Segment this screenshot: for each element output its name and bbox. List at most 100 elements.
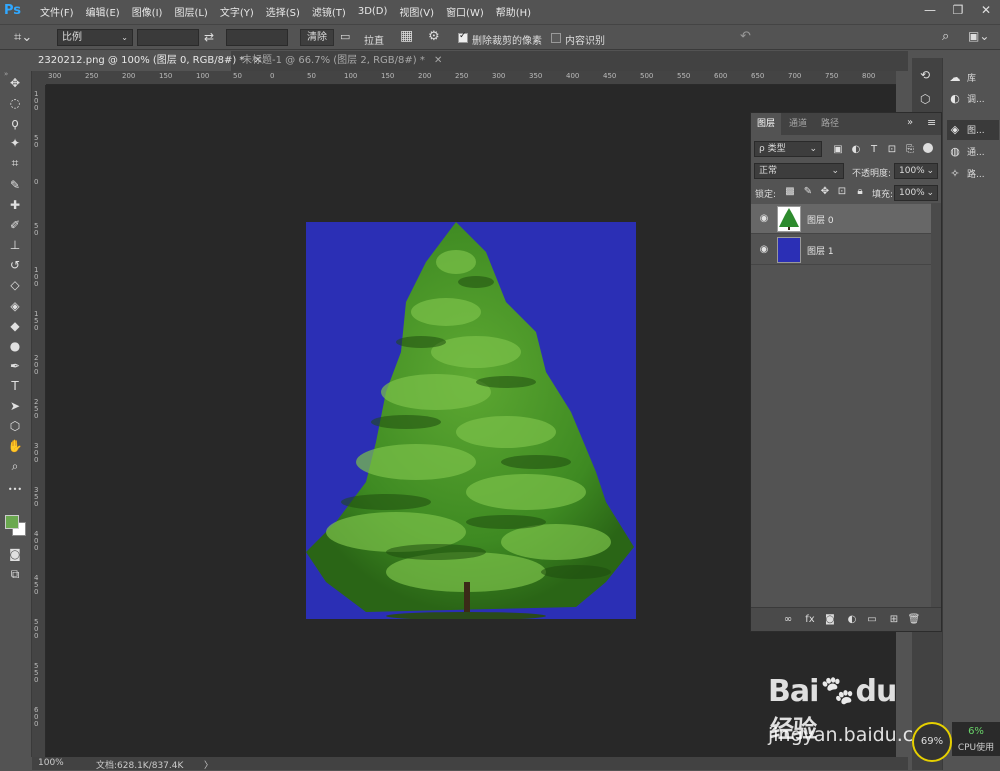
- lasso-tool-icon[interactable]: ϙ: [4, 114, 26, 132]
- close-icon[interactable]: ✕: [434, 55, 442, 66]
- dock-item-channels[interactable]: ◍ 通...: [947, 142, 999, 162]
- dock-item-paths[interactable]: ✧ 路...: [947, 164, 999, 184]
- delete-cropped-checkbox[interactable]: [458, 31, 468, 43]
- menu-layer[interactable]: 图层(L): [168, 4, 213, 19]
- menu-view[interactable]: 视图(V): [393, 4, 440, 19]
- swap-icon[interactable]: ⇄: [204, 30, 214, 44]
- lock-transparent-icon[interactable]: ▩: [783, 185, 797, 199]
- dock-item-layers[interactable]: ◈ 图...: [947, 120, 999, 140]
- straighten-label[interactable]: 拉直: [364, 32, 384, 47]
- layer-name[interactable]: 图层 0: [807, 213, 834, 226]
- marquee-tool-icon[interactable]: ◌: [4, 94, 26, 112]
- new-layer-icon[interactable]: ⊞: [887, 613, 901, 627]
- filter-smart-object-icon[interactable]: ⎘: [903, 143, 917, 157]
- opacity-input[interactable]: 100% ⌄: [894, 163, 938, 179]
- menu-help[interactable]: 帮助(H): [490, 4, 537, 19]
- menu-filter[interactable]: 滤镜(T): [306, 4, 352, 19]
- horizontal-ruler[interactable]: 300 250 200 150 100 50 0 50 100 150 200 250 300 350 40…: [46, 71, 896, 85]
- zoom-level[interactable]: 100%: [38, 758, 64, 768]
- menu-select[interactable]: 选择(S): [260, 4, 306, 19]
- more-tools-icon[interactable]: •••: [4, 481, 26, 499]
- filter-shape-icon[interactable]: ⊡: [885, 143, 899, 157]
- layer-name[interactable]: 图层 1: [807, 244, 834, 257]
- filter-type-icon[interactable]: T: [867, 143, 881, 157]
- gear-icon[interactable]: ⚙: [428, 29, 440, 44]
- layer-row-layer-0[interactable]: ◉ 图层 0: [751, 204, 931, 234]
- status-menu-icon[interactable]: 〉: [204, 758, 213, 771]
- brush-tool-icon[interactable]: ✐: [4, 216, 26, 234]
- path-selection-tool-icon[interactable]: ➤: [4, 397, 26, 415]
- paint-bucket-tool-icon[interactable]: ◈: [4, 297, 26, 315]
- move-tool-icon[interactable]: ✥: [4, 74, 26, 92]
- filter-pixel-icon[interactable]: ▣: [831, 143, 845, 157]
- screen-mode-icon[interactable]: ⧉: [4, 565, 26, 583]
- zoom-tool-icon[interactable]: ⌕: [4, 457, 26, 475]
- magic-wand-tool-icon[interactable]: ✦: [4, 134, 26, 152]
- lock-artboard-icon[interactable]: ⊡: [835, 185, 849, 199]
- quick-mask-icon[interactable]: ◙: [4, 545, 26, 563]
- tab-paths[interactable]: 路径: [815, 113, 845, 135]
- visibility-eye-icon[interactable]: ◉: [757, 212, 771, 226]
- eraser-tool-icon[interactable]: ◇: [4, 276, 26, 294]
- menu-file[interactable]: 文件(F): [34, 4, 80, 19]
- search-icon[interactable]: ⌕: [942, 29, 949, 44]
- menu-3d[interactable]: 3D(D): [352, 6, 394, 17]
- fill-input[interactable]: 100% ⌄: [894, 185, 938, 201]
- dock-item-adjustments[interactable]: ◐ 调...: [947, 89, 999, 109]
- adjustment-layer-icon[interactable]: ◐: [845, 613, 859, 627]
- delete-layer-icon[interactable]: 🗑︎: [907, 613, 921, 627]
- pen-tool-icon[interactable]: ✒: [4, 357, 26, 375]
- lock-position-icon[interactable]: ✥: [818, 185, 832, 199]
- clear-button[interactable]: 清除: [300, 29, 334, 46]
- clone-stamp-tool-icon[interactable]: ⊥: [4, 236, 26, 254]
- eyedropper-tool-icon[interactable]: ✎: [4, 176, 26, 194]
- visibility-eye-icon[interactable]: ◉: [757, 243, 771, 257]
- filter-toggle-icon[interactable]: [923, 143, 933, 153]
- layers-scrollbar[interactable]: [931, 203, 941, 607]
- hand-tool-icon[interactable]: ✋: [4, 437, 26, 455]
- healing-brush-tool-icon[interactable]: ✚: [4, 196, 26, 214]
- collapse-panel-icon[interactable]: »: [907, 117, 913, 128]
- group-icon[interactable]: ▭: [865, 613, 879, 627]
- properties-icon[interactable]: ⬡: [920, 92, 930, 106]
- history-brush-tool-icon[interactable]: ↺: [4, 256, 26, 274]
- menu-edit[interactable]: 编辑(E): [80, 4, 126, 19]
- close-button[interactable]: ✕: [972, 0, 1000, 20]
- blend-mode-select[interactable]: 正常 ⌄: [754, 163, 844, 179]
- history-icon[interactable]: ⟲: [920, 68, 930, 82]
- foreground-color-swatch[interactable]: [5, 515, 19, 529]
- overlay-grid-icon[interactable]: ▦: [400, 28, 413, 44]
- blur-tool-icon[interactable]: ◆: [4, 317, 26, 335]
- shape-tool-icon[interactable]: ⬡: [4, 417, 26, 435]
- panel-menu-icon[interactable]: ≡: [927, 116, 936, 129]
- tab-document-1[interactable]: 2320212.png @ 100% (图层 0, RGB/8#) * ✕: [32, 51, 262, 71]
- lock-image-icon[interactable]: ✎: [801, 185, 815, 199]
- ratio-select[interactable]: 比例 ⌄: [57, 29, 133, 46]
- content-aware-checkbox[interactable]: [551, 33, 561, 43]
- vertical-ruler[interactable]: 100 50 0 50 100 150 200 250 300 350 400 450 500 550 60…: [32, 85, 46, 757]
- menu-type[interactable]: 文字(Y): [214, 4, 260, 19]
- menu-image[interactable]: 图像(I): [126, 4, 169, 19]
- filter-type-select[interactable]: ρ 类型 ⌄: [754, 141, 822, 157]
- dodge-tool-icon[interactable]: ●: [4, 337, 26, 355]
- dock-item-libraries[interactable]: ☁ 库: [947, 68, 999, 88]
- tab-document-2[interactable]: 未标题-1 @ 66.7% (图层 2, RGB/8#) * ✕: [236, 51, 442, 71]
- tab-layers[interactable]: 图层: [751, 113, 782, 135]
- reset-icon[interactable]: ↶: [740, 29, 751, 44]
- minimize-button[interactable]: —: [916, 0, 944, 20]
- menu-window[interactable]: 窗口(W): [440, 4, 490, 19]
- lock-all-icon[interactable]: 🔒︎: [853, 185, 867, 199]
- straighten-icon[interactable]: ▭: [340, 30, 350, 43]
- type-tool-icon[interactable]: T: [4, 377, 26, 395]
- add-mask-icon[interactable]: ◙: [823, 613, 837, 627]
- tab-channels[interactable]: 通道: [783, 113, 813, 135]
- link-layers-icon[interactable]: ∞: [781, 613, 795, 627]
- workspace-icon[interactable]: ▣⌄: [968, 29, 989, 43]
- crop-tool-icon[interactable]: ⌗: [4, 154, 26, 172]
- width-input[interactable]: [137, 29, 199, 46]
- layer-row-layer-1[interactable]: ◉ 图层 1: [751, 235, 931, 265]
- fx-icon[interactable]: fx: [803, 613, 817, 627]
- document-canvas[interactable]: [306, 222, 636, 619]
- height-input[interactable]: [226, 29, 288, 46]
- crop-preset-icon[interactable]: ⌗⌄: [14, 29, 42, 47]
